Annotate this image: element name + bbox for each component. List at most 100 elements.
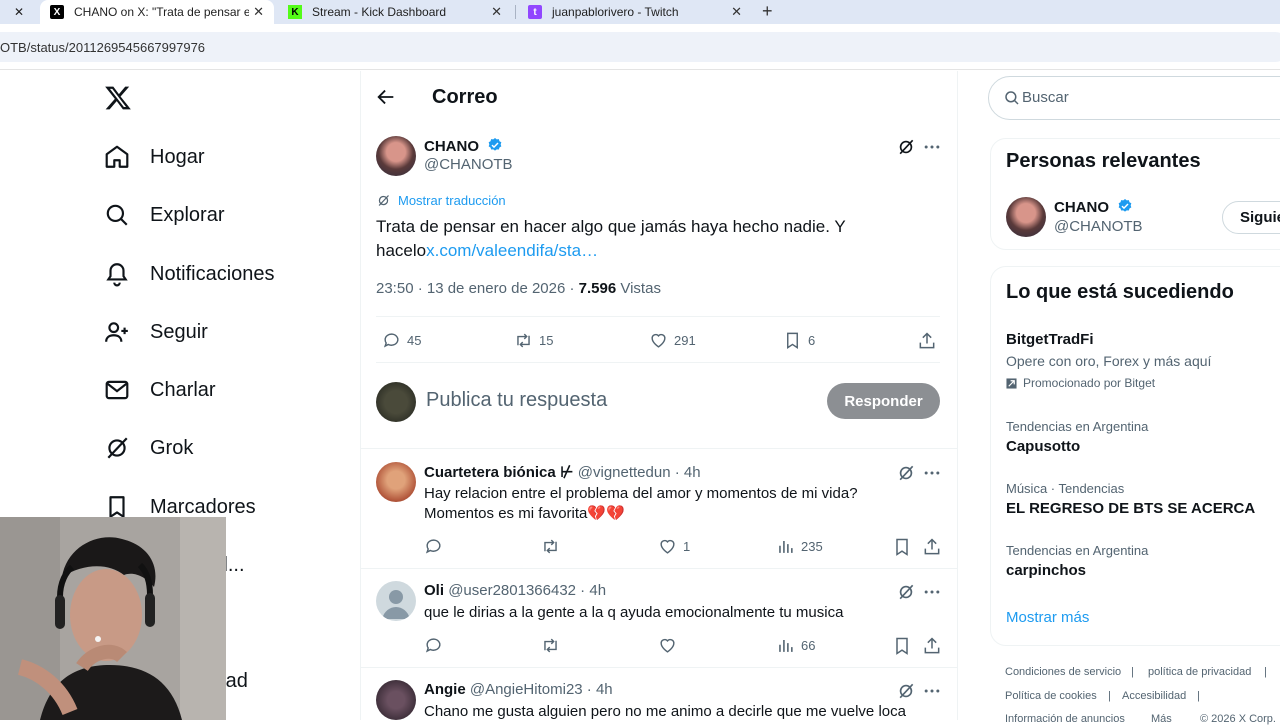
author-handle[interactable]: @AngieHitomi23 · 4h (470, 681, 613, 698)
repost-button[interactable]: 15 (514, 331, 553, 350)
grok-icon[interactable] (896, 582, 916, 602)
divider (376, 362, 940, 363)
footer-link[interactable]: política de privacidad (1148, 666, 1251, 678)
webcam-overlay (0, 517, 226, 720)
close-icon[interactable]: ✕ (14, 5, 24, 19)
more-options-icon[interactable] (922, 582, 942, 602)
share-icon[interactable] (922, 537, 942, 557)
more-options-icon[interactable] (922, 463, 942, 483)
close-icon[interactable]: ✕ (253, 4, 264, 20)
relevant-author[interactable]: CHANO (1054, 198, 1133, 217)
author-name[interactable]: Oli (424, 582, 444, 599)
reply-submit-button[interactable]: Responder (827, 383, 940, 419)
trend-category: Tendencias en Argentina (1006, 419, 1149, 434)
repost-count: 15 (539, 333, 554, 348)
avatar[interactable] (1006, 197, 1046, 237)
reply-text-line: Hay relacion entre el problema del amor … (424, 485, 858, 502)
grok-icon[interactable] (896, 137, 916, 157)
footer-link[interactable]: Accesibilidad (1122, 690, 1186, 702)
reply-button[interactable]: 45 (382, 331, 421, 350)
translate-link[interactable]: Mostrar traducción (376, 193, 506, 208)
avatar[interactable] (376, 462, 416, 502)
happening-card (990, 266, 1280, 646)
tab-close-prev[interactable]: ✕ (14, 0, 34, 24)
more-options-icon[interactable] (922, 137, 942, 157)
grok-icon[interactable] (896, 463, 916, 483)
show-more-link[interactable]: Mostrar más (1006, 609, 1089, 626)
like-button[interactable]: 291 (649, 331, 696, 350)
new-tab-button[interactable]: + (762, 0, 773, 22)
author-handle[interactable]: @user2801366432 · 4h (448, 582, 606, 599)
bookmark-icon[interactable] (892, 636, 912, 656)
avatar[interactable] (376, 680, 416, 720)
nav-follow[interactable]: Seguir (104, 312, 208, 352)
more-options-icon[interactable] (922, 681, 942, 701)
avatar[interactable] (376, 136, 416, 176)
close-icon[interactable]: ✕ (731, 4, 742, 20)
browser-tab-strip: ✕ X CHANO on X: "Trata de pensar e ✕ K S… (0, 0, 1280, 24)
reply-icon (425, 638, 441, 653)
avatar[interactable] (376, 581, 416, 621)
reply-text: Hay relacion entre el problema del amor … (424, 484, 858, 524)
views-button[interactable]: 235 (776, 537, 823, 556)
author-name[interactable]: CHANO (424, 138, 479, 155)
footer-link[interactable]: Condiciones de servicio (1005, 666, 1121, 678)
like-button[interactable]: 1 (658, 537, 690, 556)
views-count: 7.596 (578, 280, 617, 297)
trend-name[interactable]: Capusotto (1006, 438, 1080, 455)
tab-twitch[interactable]: t juanpablorivero - Twitch ✕ (520, 0, 752, 24)
share-icon[interactable] (922, 636, 942, 656)
author-handle[interactable]: @CHANOTB (1054, 218, 1143, 235)
footer-link[interactable]: Información de anuncios (1005, 713, 1125, 725)
verified-badge-icon (489, 138, 502, 151)
reply-input[interactable]: Publica tu respuesta (426, 389, 607, 412)
nav-explore[interactable]: Explorar (104, 195, 224, 235)
nav-notifications[interactable]: Notificaciones (104, 254, 275, 294)
verified-badge-icon (1119, 199, 1132, 212)
reply-button[interactable] (424, 537, 449, 556)
author-handle[interactable]: @vignettedun · 4h (578, 464, 701, 481)
envelope-icon (105, 380, 129, 400)
back-arrow-icon[interactable] (375, 86, 397, 108)
tweet-meta: 23:50 · 13 de enero de 2026 · 7.596 Vist… (376, 280, 661, 297)
search-input[interactable]: Buscar (1022, 89, 1069, 106)
avatar[interactable] (376, 382, 416, 422)
author-handle[interactable]: @CHANOTB (424, 156, 513, 173)
tab-kick[interactable]: K Stream - Kick Dashboard ✕ (280, 0, 512, 24)
author-name[interactable]: CHANO (1054, 199, 1109, 216)
footer-link[interactable]: Política de cookies (1005, 690, 1097, 702)
webcam-person-image (0, 517, 226, 720)
trend-name[interactable]: carpinchos (1006, 562, 1086, 579)
promoted-icon (1006, 377, 1017, 389)
bookmark-button[interactable]: 6 (783, 331, 815, 350)
tweet-link[interactable]: x.com/valeendifa/sta… (426, 241, 598, 260)
heart-icon (660, 539, 675, 554)
tweet-author[interactable]: CHANO (424, 137, 503, 156)
url-text[interactable]: OTB/status/2011269545667997976 (0, 40, 205, 55)
trend-name[interactable]: BitgetTradFi (1006, 331, 1094, 348)
follow-button[interactable]: Siguie (1222, 201, 1280, 234)
bookmark-icon[interactable] (892, 537, 912, 557)
close-icon[interactable]: ✕ (491, 4, 502, 20)
nav-grok[interactable]: Grok (104, 428, 193, 468)
repost-button[interactable] (541, 537, 566, 556)
share-icon[interactable] (917, 331, 937, 351)
x-logo-icon[interactable] (104, 84, 132, 112)
like-button[interactable] (658, 636, 683, 655)
footer-copyright: © 2026 X Corp. (1200, 713, 1276, 725)
repost-button[interactable] (541, 636, 566, 655)
reply-button[interactable] (424, 636, 449, 655)
author-name[interactable]: Angie (424, 681, 466, 698)
footer-link[interactable]: Más (1151, 713, 1172, 725)
views-button[interactable]: 66 (776, 636, 815, 655)
tweet-timestamp[interactable]: 23:50 · 13 de enero de 2026 · (376, 280, 579, 297)
nav-messages[interactable]: Charlar (104, 370, 216, 410)
translate-label[interactable]: Mostrar traducción (398, 193, 506, 208)
divider (376, 316, 940, 317)
trend-name[interactable]: EL REGRESO DE BTS SE ACERCA (1006, 500, 1255, 517)
nav-home[interactable]: Hogar (104, 137, 204, 177)
author-name[interactable]: Cuartetera biónica ⊬ (424, 464, 574, 481)
tab-chano-x[interactable]: X CHANO on X: "Trata de pensar e ✕ (40, 0, 274, 24)
grok-icon[interactable] (896, 681, 916, 701)
reply-header: Angie @AngieHitomi23 · 4h (424, 681, 613, 698)
